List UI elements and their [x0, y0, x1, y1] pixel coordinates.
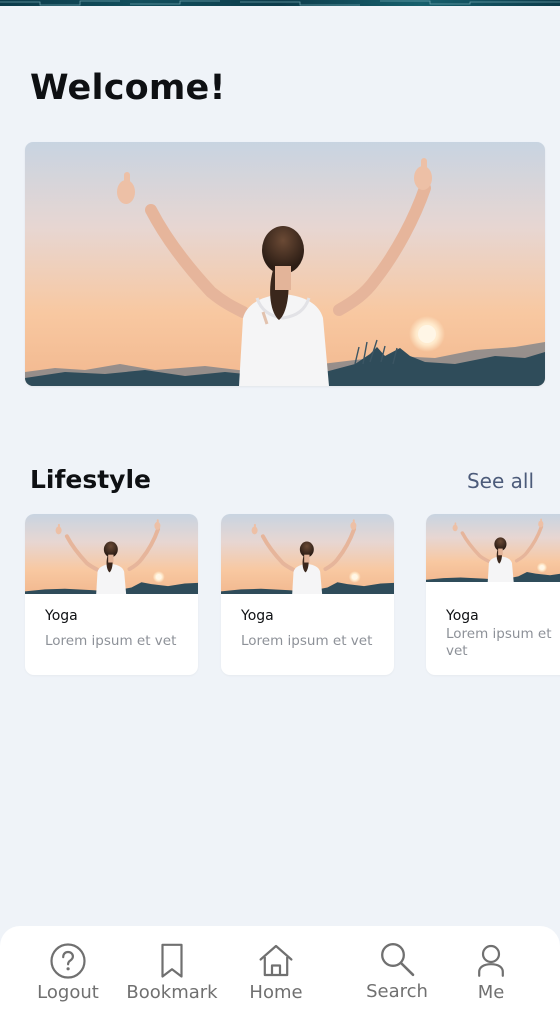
- nav-item-search[interactable]: Search: [347, 926, 447, 1014]
- nav-label: Bookmark: [126, 982, 218, 1003]
- bottom-navigation: Logout Bookmark Home Search Me: [0, 926, 560, 1014]
- card-description: Lorem ipsum et vet: [241, 633, 373, 649]
- home-icon: [259, 944, 293, 977]
- card-title: Yoga: [241, 608, 274, 624]
- card-description: Lorem ipsum et vet: [45, 633, 177, 649]
- nav-item-logout[interactable]: Logout: [18, 926, 118, 1014]
- search-icon: [381, 943, 415, 977]
- lifestyle-card[interactable]: Yoga Lorem ipsum et vet: [221, 514, 394, 675]
- lifestyle-card[interactable]: Yoga Lorem ipsum et vet: [25, 514, 198, 675]
- top-decorative-strip: [0, 0, 560, 6]
- card-image: [25, 514, 198, 594]
- nav-label: Home: [249, 982, 303, 1003]
- page-title: Welcome!: [30, 68, 226, 108]
- card-title: Yoga: [45, 608, 78, 624]
- hero-image: [25, 142, 545, 386]
- lifestyle-card[interactable]: Yoga Lorem ipsum et vet: [426, 514, 560, 675]
- question-circle-icon: [50, 943, 86, 979]
- card-title: Yoga: [446, 608, 479, 624]
- section-title: Lifestyle: [30, 465, 151, 494]
- card-description: Lorem ipsum et vet: [446, 626, 552, 659]
- nav-item-bookmark[interactable]: Bookmark: [122, 926, 222, 1014]
- nav-item-home[interactable]: Home: [226, 926, 326, 1014]
- nav-label: Me: [477, 982, 505, 1003]
- card-image: [221, 514, 394, 594]
- bookmark-icon: [161, 943, 183, 978]
- see-all-link[interactable]: See all: [467, 466, 534, 496]
- nav-item-me[interactable]: Me: [441, 926, 541, 1014]
- nav-label: Search: [366, 981, 428, 1002]
- card-image: [426, 514, 560, 582]
- lifestyle-card-list: Yoga Lorem ipsum et vet Yoga Lorem ipsum…: [0, 514, 560, 676]
- nav-label: Logout: [37, 982, 99, 1003]
- user-icon: [478, 944, 504, 977]
